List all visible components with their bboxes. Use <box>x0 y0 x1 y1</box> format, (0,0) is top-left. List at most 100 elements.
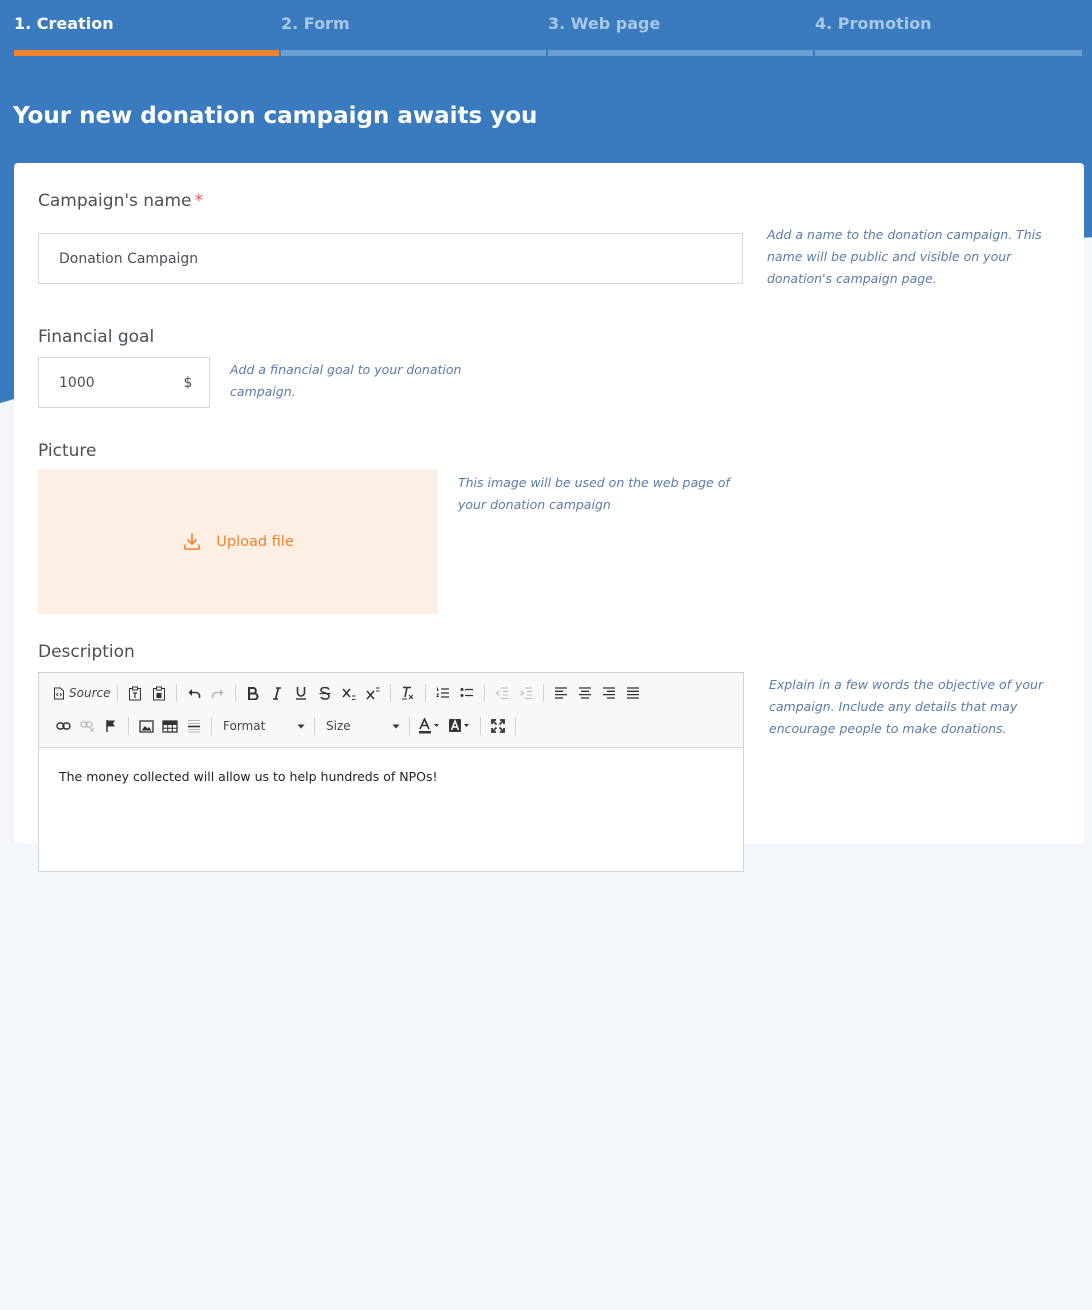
upload-file-label: Upload file <box>216 533 294 550</box>
step-bar <box>281 50 546 56</box>
text-color-button[interactable] <box>415 714 445 738</box>
step-form[interactable]: 2. Form <box>281 0 548 58</box>
remove-format-icon <box>402 686 414 700</box>
bulleted-list-button[interactable] <box>455 681 479 705</box>
source-label: Source <box>69 686 111 700</box>
link-button[interactable] <box>51 714 75 738</box>
strikethrough-icon <box>319 686 331 700</box>
format-label: Format <box>223 719 266 733</box>
maximize-icon <box>491 719 505 733</box>
bold-icon <box>248 686 259 700</box>
upload-dropzone[interactable]: Upload file <box>38 469 438 614</box>
decrease-indent-icon <box>496 687 509 699</box>
download-icon <box>184 532 201 550</box>
toolbar-separator <box>390 684 392 702</box>
campaign-form-card: Campaign's name* Add a name to the donat… <box>14 163 1084 872</box>
horizontal-rule-icon <box>188 720 200 733</box>
align-justify-icon <box>627 687 640 699</box>
step-progress: 1. Creation 2. Form 3. Web page 4. Promo… <box>14 0 1082 58</box>
editor-content[interactable]: The money collected will allow us to hel… <box>59 769 438 784</box>
toolbar-separator <box>480 717 481 735</box>
align-center-icon <box>579 687 592 699</box>
paste-text-icon <box>129 686 142 700</box>
italic-icon <box>273 686 282 700</box>
chevron-down-icon <box>297 724 305 728</box>
undo-button[interactable] <box>182 681 206 705</box>
subscript-icon <box>342 688 356 700</box>
currency-addon: $ <box>167 357 210 408</box>
editor-toolbar: Source Format Size <box>39 673 743 748</box>
align-right-button[interactable] <box>597 681 621 705</box>
background-color-button[interactable] <box>445 714 475 738</box>
align-left-icon <box>555 687 568 699</box>
table-icon <box>162 719 178 733</box>
financial-goal-label: Financial goal <box>38 327 155 347</box>
step-bar-active <box>14 50 279 56</box>
horizontal-rule-button[interactable] <box>182 714 206 738</box>
align-center-button[interactable] <box>573 681 597 705</box>
anchor-button[interactable] <box>99 714 123 738</box>
paste-word-icon <box>153 686 166 700</box>
description-label: Description <box>38 642 135 662</box>
numbered-list-button[interactable] <box>431 681 455 705</box>
size-label: Size <box>326 719 351 733</box>
unlink-button[interactable] <box>75 714 99 738</box>
maximize-button[interactable] <box>486 714 510 738</box>
toolbar-separator <box>515 717 516 735</box>
financial-goal-input[interactable] <box>38 357 168 408</box>
source-button[interactable]: Source <box>51 681 112 705</box>
size-dropdown[interactable]: Size <box>320 715 404 737</box>
toolbar-separator <box>314 717 315 735</box>
paste-text-button[interactable] <box>123 681 147 705</box>
picture-hint: This image will be used on the web page … <box>458 475 730 512</box>
toolbar-separator <box>176 684 178 702</box>
link-icon <box>55 722 71 730</box>
flag-icon <box>106 720 115 732</box>
numbered-list-icon <box>436 687 450 698</box>
toolbar-separator <box>211 717 212 735</box>
toolbar-row-2: Format Size <box>51 713 521 739</box>
subscript-button[interactable] <box>337 681 361 705</box>
toolbar-separator <box>128 717 129 735</box>
align-right-icon <box>603 687 616 699</box>
remove-format-button[interactable] <box>396 681 420 705</box>
table-button[interactable] <box>158 714 182 738</box>
image-button[interactable] <box>134 714 158 738</box>
paste-word-button[interactable] <box>147 681 171 705</box>
campaign-name-hint: Add a name to the donation campaign. Thi… <box>767 227 1042 286</box>
step-bar <box>548 50 813 56</box>
format-dropdown[interactable]: Format <box>217 715 309 737</box>
superscript-button[interactable] <box>361 681 385 705</box>
background-color-icon <box>449 718 469 732</box>
underline-icon <box>296 687 307 700</box>
image-icon <box>138 719 154 733</box>
bold-button[interactable] <box>241 681 265 705</box>
increase-indent-button[interactable] <box>514 681 538 705</box>
underline-button[interactable] <box>289 681 313 705</box>
step-label: 2. Form <box>281 14 350 33</box>
step-label: 4. Promotion <box>815 14 932 33</box>
step-promotion[interactable]: 4. Promotion <box>815 0 1082 58</box>
align-left-button[interactable] <box>549 681 573 705</box>
redo-button[interactable] <box>206 681 230 705</box>
text-color-icon <box>419 718 439 734</box>
source-icon <box>54 687 64 699</box>
toolbar-separator <box>484 684 486 702</box>
strikethrough-button[interactable] <box>313 681 337 705</box>
italic-button[interactable] <box>265 681 289 705</box>
campaign-name-label: Campaign's name * <box>38 191 203 211</box>
campaign-name-input[interactable] <box>38 233 743 284</box>
align-justify-button[interactable] <box>621 681 645 705</box>
decrease-indent-button[interactable] <box>490 681 514 705</box>
step-web-page[interactable]: 3. Web page <box>548 0 815 58</box>
redo-icon <box>212 689 224 698</box>
toolbar-separator <box>425 684 427 702</box>
rich-text-editor: Source Format Size The money collected w… <box>38 672 744 872</box>
undo-icon <box>188 689 201 698</box>
financial-goal-hint: Add a financial goal to your donation ca… <box>230 362 462 399</box>
toolbar-separator <box>235 684 237 702</box>
picture-label: Picture <box>38 441 97 461</box>
toolbar-separator <box>117 684 119 702</box>
increase-indent-icon <box>520 687 533 699</box>
step-creation[interactable]: 1. Creation <box>14 0 281 58</box>
